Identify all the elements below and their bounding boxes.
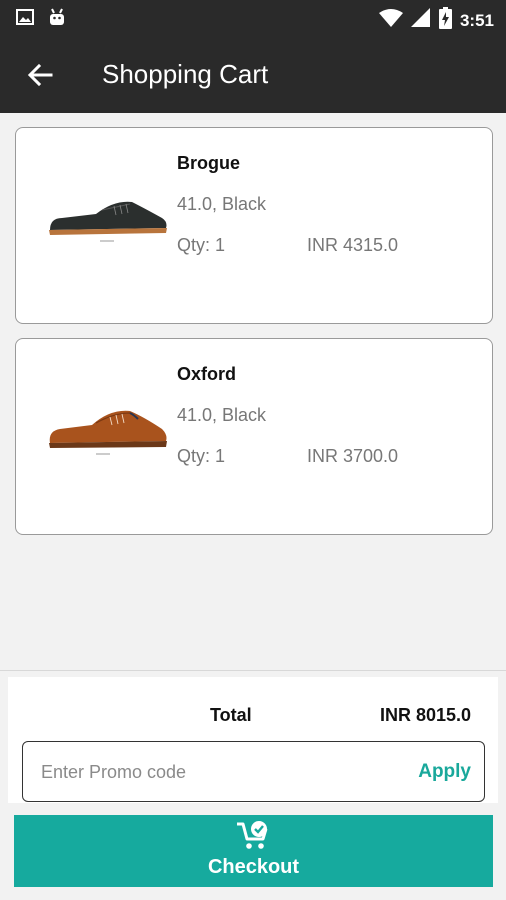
cart-check-icon — [237, 821, 268, 849]
item-variant: 41.0, Black — [177, 194, 267, 214]
battery-icon — [438, 7, 452, 34]
promo-code-box: Apply — [22, 741, 485, 802]
back-button[interactable] — [22, 58, 58, 92]
status-bar: 3:51 — [0, 0, 506, 36]
total-value: INR 8015.0 — [379, 705, 471, 725]
checkout-label: Checkout — [207, 856, 300, 878]
page-title: Shopping Cart — [102, 59, 269, 89]
wifi-icon — [378, 8, 403, 33]
cart-item-card[interactable]: Oxford 41.0, Black Qty: 1 INR 3700.0 — [15, 338, 493, 535]
item-price: INR 3700.0 — [307, 446, 399, 466]
total-label: Total — [210, 705, 252, 725]
app-bar: Shopping Cart — [0, 36, 506, 113]
promo-code-input[interactable] — [41, 758, 371, 786]
item-name: Brogue — [177, 153, 240, 173]
cart-item-card[interactable]: Brogue 41.0, Black Qty: 1 INR 4315.0 — [15, 127, 493, 324]
item-name: Oxford — [177, 364, 237, 384]
item-quantity: Qty: 1 — [177, 235, 226, 255]
signal-icon — [410, 8, 431, 33]
apply-button[interactable]: Apply — [418, 761, 471, 783]
item-variant: 41.0, Black — [177, 405, 267, 425]
oxford-shoe-image — [49, 410, 167, 455]
checkout-button[interactable]: Checkout — [14, 815, 493, 887]
android-notification-icon — [48, 8, 66, 31]
item-price: INR 4315.0 — [307, 235, 399, 255]
clock: 3:51 — [459, 10, 494, 30]
arrow-left-icon — [27, 63, 53, 87]
item-quantity: Qty: 1 — [177, 446, 226, 466]
brogue-shoe-image — [49, 201, 167, 242]
image-notification-icon — [16, 8, 34, 31]
